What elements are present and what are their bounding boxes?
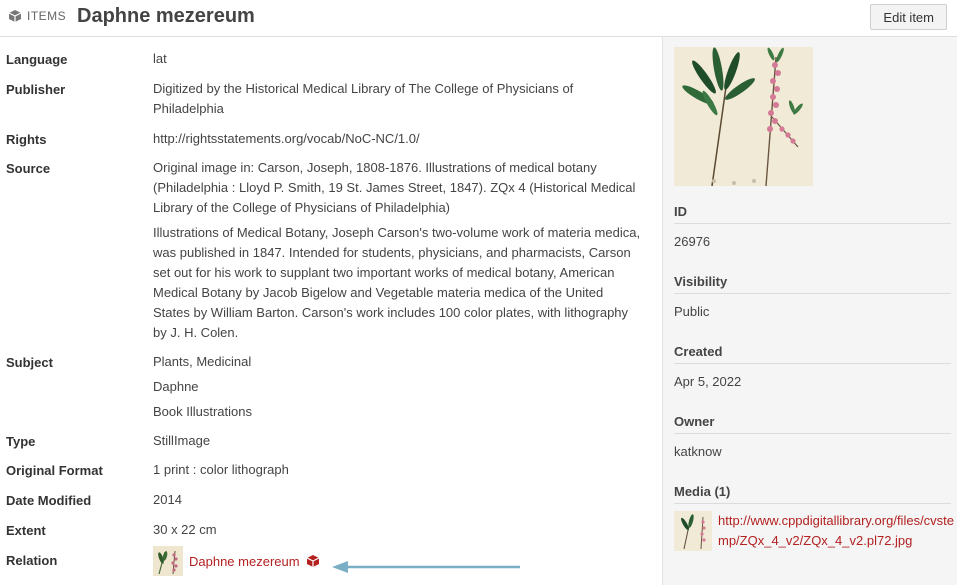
visibility-heading: Visibility	[674, 274, 951, 294]
relation-link[interactable]: Daphne mezereum	[189, 554, 300, 569]
relation-label: Relation	[6, 553, 58, 568]
rights-label: Rights	[6, 132, 47, 147]
id-value: 26976	[674, 234, 711, 249]
language-label: Language	[6, 52, 68, 67]
type-value: StillImage	[153, 433, 211, 448]
page-header: ITEMS Daphne mezereum Edit item	[0, 0, 957, 37]
item-cube-icon	[306, 555, 319, 567]
subject-value: Plants, Medicinal	[153, 354, 252, 369]
media-item: http://www.cppdigitallibrary.org/files/c…	[674, 511, 957, 551]
created-value: Apr 5, 2022	[674, 374, 742, 389]
relation-value: Daphne mezereum	[153, 546, 320, 576]
publisher-label: Publisher	[6, 82, 66, 97]
original-format-value: 1 print : color lithograph	[153, 462, 289, 477]
id-heading: ID	[674, 204, 951, 224]
owner-heading: Owner	[674, 414, 951, 434]
owner-value: katknow	[674, 444, 722, 459]
resource-type-label: ITEMS	[27, 9, 67, 23]
original-format-label: Original Format	[6, 463, 103, 478]
subject-label: Subject	[6, 355, 53, 370]
media-heading: Media (1)	[674, 484, 951, 504]
type-label: Type	[6, 434, 36, 449]
extent-value: 30 x 22 cm	[153, 522, 217, 537]
cube-icon	[8, 10, 22, 22]
source-citation: Original image in: Carson, Joseph, 1808-…	[153, 160, 636, 215]
page-title: Daphne mezereum	[77, 5, 255, 27]
relation-thumbnail[interactable]	[153, 546, 183, 576]
edit-item-button[interactable]: Edit item	[870, 4, 947, 30]
source-label: Source	[6, 161, 51, 176]
language-value: lat	[153, 51, 167, 66]
item-metadata: Language lat Publisher Digitized by the …	[0, 37, 662, 585]
extent-label: Extent	[6, 523, 46, 538]
media-thumbnail[interactable]	[674, 511, 712, 551]
media-link[interactable]: http://www.cppdigitallibrary.org/files/c…	[718, 511, 957, 551]
subject-value: Book Illustrations	[153, 404, 252, 419]
date-modified-value: 2014	[153, 492, 182, 507]
publisher-value: Digitized by the Historical Medical Libr…	[153, 81, 574, 116]
source-value: Original image in: Carson, Joseph, 1808-…	[153, 158, 643, 348]
created-heading: Created	[674, 344, 951, 364]
rights-value: http://rightsstatements.org/vocab/NoC-NC…	[153, 131, 420, 146]
source-description: Illustrations of Medical Botany, Joseph …	[153, 225, 641, 340]
item-thumbnail[interactable]	[674, 47, 813, 186]
subject-value: Daphne	[153, 379, 199, 394]
item-sidebar: ID 26976 Visibility Public Created Apr 5…	[662, 37, 957, 585]
subject-values: Plants, Medicinal Daphne Book Illustrati…	[153, 352, 643, 427]
visibility-value: Public	[674, 304, 710, 319]
resource-type-badge: ITEMS	[8, 9, 66, 23]
date-modified-label: Date Modified	[6, 493, 92, 508]
arrow-left-icon	[332, 561, 520, 573]
